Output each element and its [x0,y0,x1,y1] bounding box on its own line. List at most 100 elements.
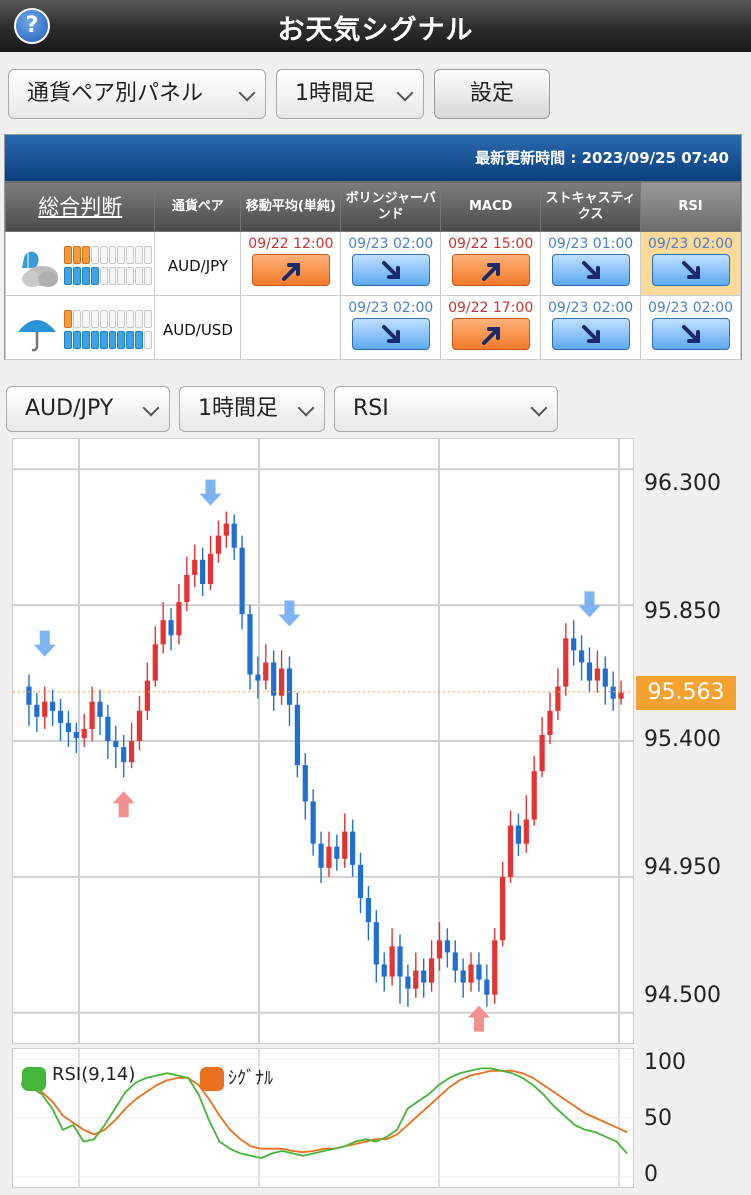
down-arrow-button[interactable] [551,318,630,350]
candle-body [618,692,624,699]
meter-segment [72,331,81,349]
down-arrow-button[interactable] [551,254,630,286]
timeframe-select[interactable]: 1時間足 [276,69,424,119]
up-arrow-button[interactable] [451,318,530,350]
signal-cell[interactable]: 09/22 15:00 [440,231,542,296]
meter-segment [126,331,135,349]
rsi-y-tick-label: 50 [644,1106,672,1131]
header-overall[interactable]: 総合判断 [4,181,156,232]
chart-pair-select[interactable]: AUD/JPY [6,386,170,432]
meter-segment [135,331,144,349]
candle-body [73,731,79,738]
meter-segment [81,310,90,328]
settings-button[interactable]: 設定 [434,69,550,119]
meter-segment [64,331,72,349]
candle-body [318,843,324,868]
candle-body [468,964,474,983]
y-tick-label: 94.950 [644,855,721,880]
chart-pair-select-value: AUD/JPY [25,396,114,421]
down-arrow-button[interactable] [651,254,730,286]
candle-body [523,819,529,844]
y-tick-label: 96.300 [644,471,721,496]
down-arrow-button[interactable] [351,318,430,350]
chevron-down-icon [238,84,256,102]
table-row[interactable]: AUD/JPY 09/22 12:00 09/23 02:00 09/22 15… [4,231,741,296]
up-arrow-button[interactable] [451,254,530,286]
header-macd: MACD [440,181,542,232]
meter-segment [117,267,126,285]
candle-body [334,846,340,859]
table-row[interactable]: AUD/USD 09/23 02:00 09/22 17:00 09/23 02… [4,295,741,360]
meter-segment [90,310,99,328]
candle-body [42,701,48,717]
candle-body [136,710,143,741]
last-updated-bar: 最新更新時間 : 2023/09/25 07:40 [5,135,741,181]
candle-body [105,716,111,741]
candle-body [586,662,593,681]
signal-cell[interactable]: 09/23 02:00 [640,295,741,360]
arrow-down-right-icon [381,325,400,343]
y-tick-label: 94.500 [644,983,721,1008]
signal-cell[interactable]: 09/22 17:00 [440,295,542,360]
signal-legend-label: ｼｸﾞﾅﾙ [228,1068,273,1089]
meter-segment [64,246,72,264]
candle-body [239,547,245,615]
pair-label: AUD/JPY [154,231,242,296]
down-arrow-button[interactable] [351,254,430,286]
down-arrow-button[interactable] [651,318,730,350]
candle-body [247,614,253,675]
chart-timeframe-select[interactable]: 1時間足 [179,386,325,432]
candle-body [168,620,174,636]
candle-body [184,574,190,603]
signal-time: 09/22 15:00 [448,236,534,252]
arrow-down-right-icon [681,261,700,279]
candle-body [500,876,506,941]
header-sma: 移動平均(単純) [240,181,342,232]
candle-body [152,644,158,681]
meter-segment [81,331,90,349]
price-chart[interactable] [12,438,634,1044]
signal-cell[interactable]: 09/23 02:00 [340,295,442,360]
last-updated-text: 最新更新時間 : 2023/09/25 07:40 [475,149,729,167]
price-chart-svg [13,439,633,1043]
candle-body [263,662,269,681]
arrow-down-right-icon [381,261,400,279]
meter-segment [90,267,99,285]
title-bar: ? お天気シグナル [0,0,751,52]
up-arrow-button[interactable] [251,254,330,286]
meter-segment [90,246,99,264]
candle-body [436,940,443,959]
meter-segment [117,331,126,349]
candle-body [223,523,229,536]
signal-cell[interactable]: 09/22 12:00 [240,231,342,296]
candle-body [200,559,206,584]
chart-indicator-select[interactable]: RSI [334,386,558,432]
candle-body [97,701,103,717]
candle-body [231,523,237,548]
signal-cell[interactable]: 09/23 02:00 [340,231,442,296]
meter-segment [99,267,108,285]
candle-body [365,898,372,923]
signal-cell[interactable]: 09/23 02:00 [540,295,642,360]
meter-segment [99,310,108,328]
meter-segment [108,267,117,285]
meter-segment [117,246,126,264]
candle-body [507,825,514,877]
candle-body [302,765,308,802]
meter-segment [117,310,126,328]
header-bollinger: ボリンジャーバンド [340,181,442,232]
candle-body [128,741,135,763]
meter-segment [64,267,72,285]
buy-signal-arrow-icon [112,791,135,818]
signal-cell[interactable]: 09/23 01:00 [540,231,642,296]
sell-signal-arrow-icon [33,630,56,657]
panel-mode-select[interactable]: 通貨ペア別パネル [8,69,266,119]
signal-cell-selected[interactable]: 09/23 02:00 [640,231,741,296]
y-tick-label: 95.850 [644,599,721,624]
candle-body [342,831,348,859]
meter-segment [90,331,99,349]
sell-signal-arrow-icon [199,479,222,506]
overall-cell [4,295,156,360]
meter-segment [126,310,135,328]
candle-body [578,650,585,663]
